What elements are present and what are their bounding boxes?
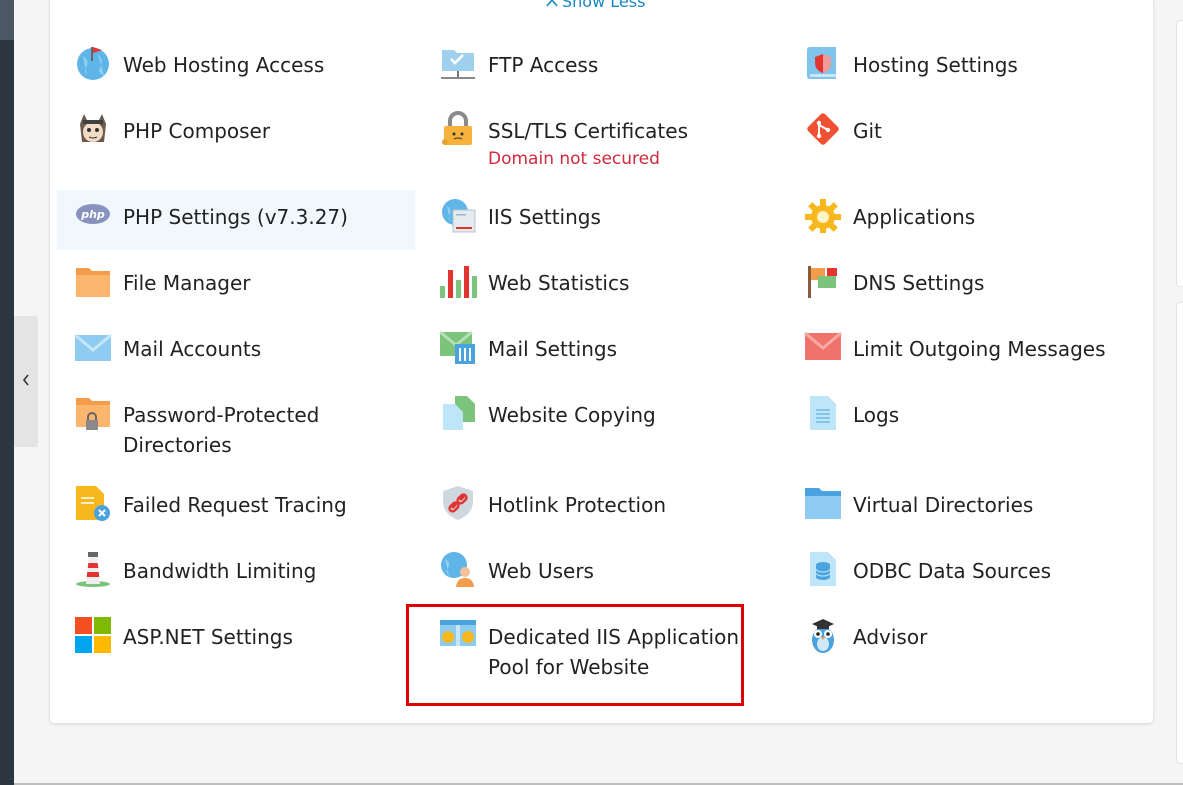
sidebar-strip-highlight: [0, 0, 14, 40]
tool-password-protected-directories[interactable]: Password-Protected Directories: [74, 398, 319, 460]
tool-git[interactable]: Git: [804, 113, 882, 148]
tool-applications[interactable]: Applications: [804, 199, 976, 234]
tool-label: Applications: [853, 205, 976, 229]
ssl-status-warning: Domain not secured: [488, 149, 660, 169]
ftp-folder-icon: [439, 44, 477, 82]
tool-iis-settings[interactable]: IIS Settings: [439, 199, 601, 234]
padlock-icon: [439, 110, 477, 148]
tool-hotlink-protection[interactable]: Hotlink Protection: [439, 486, 667, 522]
tool-web-users[interactable]: Web Users: [439, 552, 594, 588]
tool-label: Advisor: [853, 625, 928, 649]
collapse-sidebar-button[interactable]: [14, 316, 38, 447]
tool-label: PHP Settings (v7.3.27): [123, 205, 348, 229]
chevron-left-icon: [21, 372, 31, 391]
git-icon: [804, 110, 842, 148]
tool-ftp-access[interactable]: FTP Access: [439, 50, 598, 82]
failed-request-icon: [74, 484, 112, 522]
owl-icon: [804, 616, 842, 654]
tool-label: Logs: [853, 403, 900, 427]
tool-web-hosting-access[interactable]: Web Hosting Access: [74, 47, 325, 82]
tool-label: ASP.NET Settings: [123, 625, 293, 649]
tool-php-composer[interactable]: PHP Composer: [74, 114, 271, 148]
copy-icon: [439, 394, 477, 432]
tool-label-line-1: Password-Protected: [123, 403, 320, 427]
flags-icon: [804, 262, 842, 300]
php-icon: php: [74, 200, 112, 238]
blue-folder-icon: [804, 484, 842, 522]
mail-settings-icon: [439, 328, 477, 366]
bar-chart-icon: [439, 262, 477, 300]
tool-label: IIS Settings: [488, 205, 601, 229]
tool-label: Web Users: [488, 559, 594, 583]
right-panel-top: [1176, 20, 1183, 287]
tool-php-settings[interactable]: php PHP Settings (v7.3.27): [57, 190, 415, 250]
database-icon: [804, 550, 842, 588]
tool-ssl-tls-certificates[interactable]: SSL/TLS Certificates Domain not secured: [439, 111, 688, 172]
tool-website-copying[interactable]: Website Copying: [439, 396, 656, 432]
tool-label: DNS Settings: [853, 271, 985, 295]
tool-logs[interactable]: Logs: [804, 396, 900, 432]
show-less-link[interactable]: Show Less: [546, 0, 645, 11]
tool-label-line-1: Dedicated IIS Application: [488, 625, 740, 649]
tool-hosting-settings[interactable]: Hosting Settings: [804, 47, 1018, 82]
tool-failed-request-tracing[interactable]: Failed Request Tracing: [74, 486, 347, 522]
tool-virtual-directories[interactable]: Virtual Directories: [804, 488, 1034, 522]
tool-label: Hotlink Protection: [488, 493, 667, 517]
mail-limit-icon: [804, 328, 842, 366]
tool-aspnet-settings[interactable]: ASP.NET Settings: [74, 617, 293, 654]
svg-text:php: php: [80, 208, 105, 221]
tool-label-group: Password-Protected Directories: [123, 400, 319, 460]
tool-label: Bandwidth Limiting: [123, 559, 317, 583]
tool-label: FTP Access: [488, 53, 599, 77]
tool-bandwidth-limiting[interactable]: Bandwidth Limiting: [74, 552, 317, 588]
tool-odbc-data-sources[interactable]: ODBC Data Sources: [804, 552, 1052, 588]
tool-label: SSL/TLS Certificates: [488, 119, 688, 143]
tool-label: Hosting Settings: [853, 53, 1018, 77]
tool-label-line-2: Pool for Website: [488, 655, 650, 679]
tool-label: Website Copying: [488, 403, 656, 427]
tool-label: Web Hosting Access: [123, 53, 325, 77]
log-file-icon: [804, 394, 842, 432]
tool-label: File Manager: [123, 271, 251, 295]
chevron-up-icon: [546, 0, 558, 7]
tool-file-manager[interactable]: File Manager: [74, 268, 251, 300]
tool-label: Virtual Directories: [853, 493, 1034, 517]
lighthouse-icon: [74, 550, 112, 588]
tool-label: ODBC Data Sources: [853, 559, 1052, 583]
iis-settings-icon: [439, 196, 477, 234]
shield-link-icon: [439, 484, 477, 522]
tool-label-group: Dedicated IIS Application Pool for Websit…: [488, 622, 739, 682]
tool-label: Failed Request Tracing: [123, 493, 347, 517]
tool-mail-settings[interactable]: Mail Settings: [439, 330, 618, 366]
web-user-icon: [439, 550, 477, 588]
globe-icon: [74, 44, 112, 82]
windows-logo-icon: [74, 616, 112, 654]
tool-dns-settings[interactable]: DNS Settings: [804, 266, 985, 300]
gear-icon: [804, 196, 842, 234]
tool-label: Web Statistics: [488, 271, 630, 295]
tool-label-line-2: Directories: [123, 433, 232, 457]
tool-limit-outgoing-messages[interactable]: Limit Outgoing Messages: [804, 331, 1106, 366]
hosting-settings-icon: [804, 44, 842, 82]
tool-label-group: SSL/TLS Certificates Domain not secured: [488, 116, 688, 172]
locked-folder-icon: [74, 394, 112, 432]
app-pool-icon: [439, 616, 477, 654]
tool-label: PHP Composer: [123, 119, 271, 143]
left-sidebar-strip: [0, 0, 14, 785]
folder-icon: [74, 262, 112, 300]
mail-icon: [74, 328, 112, 366]
tool-advisor[interactable]: Advisor: [804, 619, 928, 654]
show-less-label: Show Less: [562, 0, 646, 11]
tool-web-statistics[interactable]: Web Statistics: [439, 266, 630, 300]
tool-label: Limit Outgoing Messages: [853, 337, 1106, 361]
right-panel-bottom: [1176, 302, 1183, 764]
composer-icon: [74, 110, 112, 148]
tool-label: Mail Settings: [488, 337, 618, 361]
tool-dedicated-iis-application-pool[interactable]: Dedicated IIS Application Pool for Websit…: [439, 620, 739, 682]
tool-mail-accounts[interactable]: Mail Accounts: [74, 333, 262, 366]
tool-label: Git: [853, 119, 882, 143]
tool-label: Mail Accounts: [123, 337, 262, 361]
